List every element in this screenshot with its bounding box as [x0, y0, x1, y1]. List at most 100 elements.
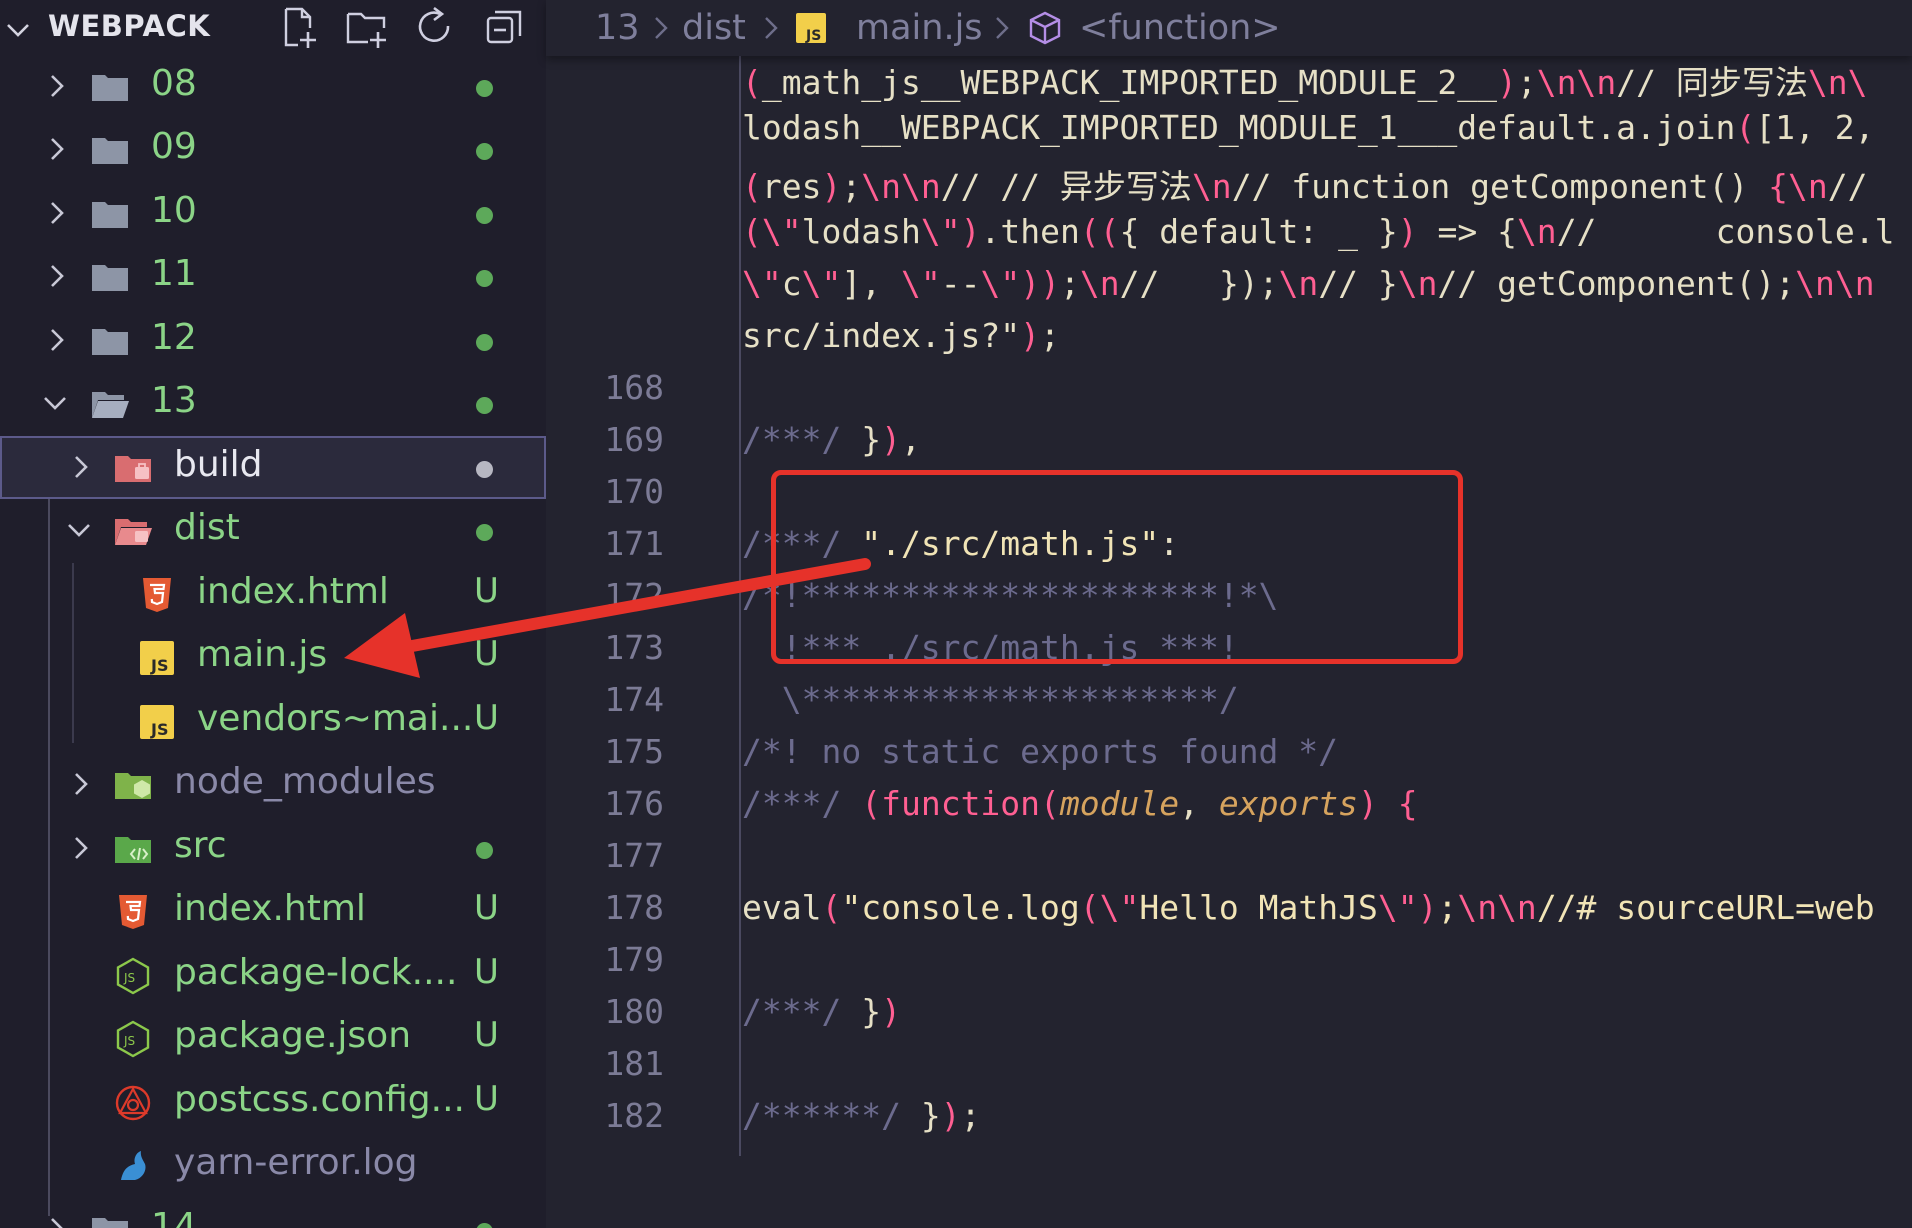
tree-item-label: 09 — [151, 126, 197, 167]
svg-text:JS: JS — [150, 720, 168, 739]
tree-item-label: 12 — [151, 317, 197, 358]
new-file-icon[interactable] — [276, 4, 322, 50]
code-token: ( — [821, 888, 842, 927]
status-dot — [476, 143, 493, 160]
code-token: \" — [920, 212, 961, 251]
breadcrumb-symbol-function[interactable]: <function> — [1079, 8, 1281, 48]
nodejs-icon: JS — [116, 1020, 150, 1058]
code-token: ( — [861, 784, 882, 823]
line-number: 168 — [604, 368, 664, 407]
build-folder-icon — [115, 456, 151, 482]
code-token: _math_js__WEBPACK_IMPORTED_MODULE_2__ — [761, 63, 1497, 102]
tree-item-label: 14 — [151, 1206, 197, 1228]
tree-folder-14[interactable]: 14 — [0, 1198, 546, 1228]
chevron-down-icon — [68, 524, 90, 537]
chevron-right-icon — [655, 17, 668, 39]
code-token: //# sourceURL=web — [1536, 888, 1875, 927]
untracked-badge: U — [474, 698, 499, 738]
breadcrumb-folder-dist[interactable]: dist — [682, 8, 746, 48]
tree-file-postcss-config[interactable]: postcss.config... U — [0, 1071, 546, 1134]
tree-item-label: 13 — [151, 380, 197, 421]
breadcrumb-file-main-js[interactable]: main.js — [856, 8, 983, 48]
chevron-right-icon — [51, 1218, 63, 1228]
code-token: (( — [1079, 212, 1120, 251]
breadcrumb: 13 dist JS main.js <function> — [546, 0, 1912, 56]
code-line: /******/ }); — [742, 1096, 980, 1135]
line-number: 177 — [604, 836, 664, 875]
tree-folder-08[interactable]: 08 — [0, 55, 546, 118]
collapse-all-icon[interactable] — [482, 4, 528, 50]
tree-file-yarn-error-log[interactable]: yarn-error.log — [0, 1134, 546, 1197]
code-token: } — [920, 1096, 941, 1135]
code-token: ) — [881, 992, 901, 1031]
tree-folder-12[interactable]: 12 — [0, 309, 546, 372]
code-token: // 同步写法 — [1616, 63, 1808, 102]
code-token: ; — [1040, 316, 1060, 355]
chevron-right-icon — [51, 138, 64, 160]
chevron-down-icon[interactable] — [4, 16, 32, 44]
code-token: -- — [940, 264, 981, 303]
line-number: 178 — [604, 888, 664, 927]
tree-item-label: 08 — [151, 63, 197, 104]
tree-file-index-html[interactable]: index.html U — [0, 880, 546, 943]
line-number: 182 — [604, 1096, 664, 1135]
chevron-right-icon — [765, 17, 778, 39]
tree-item-label: yarn-error.log — [174, 1142, 418, 1183]
tree-item-label: package-lock.... — [174, 952, 458, 993]
explorer-header: WEBPACK — [0, 0, 546, 56]
status-dot — [476, 270, 493, 287]
code-token: // } — [1318, 264, 1398, 303]
chevron-right-icon — [996, 17, 1009, 39]
folder-icon — [92, 75, 128, 101]
code-token: \n — [1397, 264, 1438, 303]
code-token: )) — [1020, 264, 1060, 303]
code-token: \" — [900, 264, 941, 303]
breadcrumb-folder-13[interactable]: 13 — [595, 8, 640, 48]
code-token: ], — [841, 264, 901, 303]
untracked-badge: U — [474, 952, 499, 992]
tree-folder-13[interactable]: 13 — [0, 372, 546, 435]
tree-item-label: 10 — [151, 190, 197, 231]
code-token: \" — [801, 264, 842, 303]
folder-icon — [92, 202, 128, 228]
tree-file-package-json[interactable]: JS package.json U — [0, 1007, 546, 1070]
status-dot — [476, 80, 493, 97]
tree-item-label: postcss.config... — [174, 1079, 465, 1120]
code-token: c — [781, 264, 802, 303]
refresh-icon[interactable] — [412, 4, 458, 50]
tree-folder-11[interactable]: 11 — [0, 245, 546, 308]
code-token: ; — [1059, 264, 1080, 303]
tree-folder-node-modules[interactable]: node_modules — [0, 753, 546, 816]
tree-folder-10[interactable]: 10 — [0, 182, 546, 245]
code-token: \" — [1099, 888, 1140, 927]
code-token: \" — [761, 212, 802, 251]
code-token: \n\n — [1536, 63, 1617, 102]
postcss-icon — [115, 1085, 151, 1121]
tree-file-vendors-main-js[interactable]: JS vendors~mai... U — [0, 690, 546, 753]
code-line: \*********************/ — [742, 680, 1239, 719]
tree-folder-09[interactable]: 09 — [0, 118, 546, 181]
tree-folder-build[interactable]: build — [0, 436, 546, 499]
code-token: src/index.js?" — [742, 316, 1021, 355]
javascript-icon: JS — [140, 705, 174, 739]
code-token: lodash — [801, 212, 921, 251]
code-token: "console.log — [841, 888, 1080, 927]
code-token: [1, 2, — [1755, 108, 1875, 147]
code-token: { default: _ } — [1119, 212, 1398, 251]
tree-file-package-lock-json[interactable]: JS package-lock.... U — [0, 944, 546, 1007]
code-token: /*! no static exports found */ — [742, 732, 1339, 771]
code-token: // getComponent(); — [1437, 264, 1796, 303]
line-number: 175 — [604, 732, 664, 771]
code-token: lodash__WEBPACK_IMPORTED_MODULE_1___defa… — [742, 108, 1736, 147]
tree-item-label: 11 — [151, 253, 197, 294]
code-token: ( — [742, 63, 762, 102]
chevron-right-icon — [75, 456, 88, 478]
code-token: } — [861, 420, 882, 459]
code-token: /******/ — [742, 1096, 921, 1135]
tree-folder-src[interactable]: src — [0, 817, 546, 880]
new-folder-icon[interactable] — [344, 4, 390, 50]
code-token: \n — [1278, 264, 1319, 303]
code-token: module — [1059, 784, 1180, 823]
yarn-icon — [121, 1151, 146, 1180]
